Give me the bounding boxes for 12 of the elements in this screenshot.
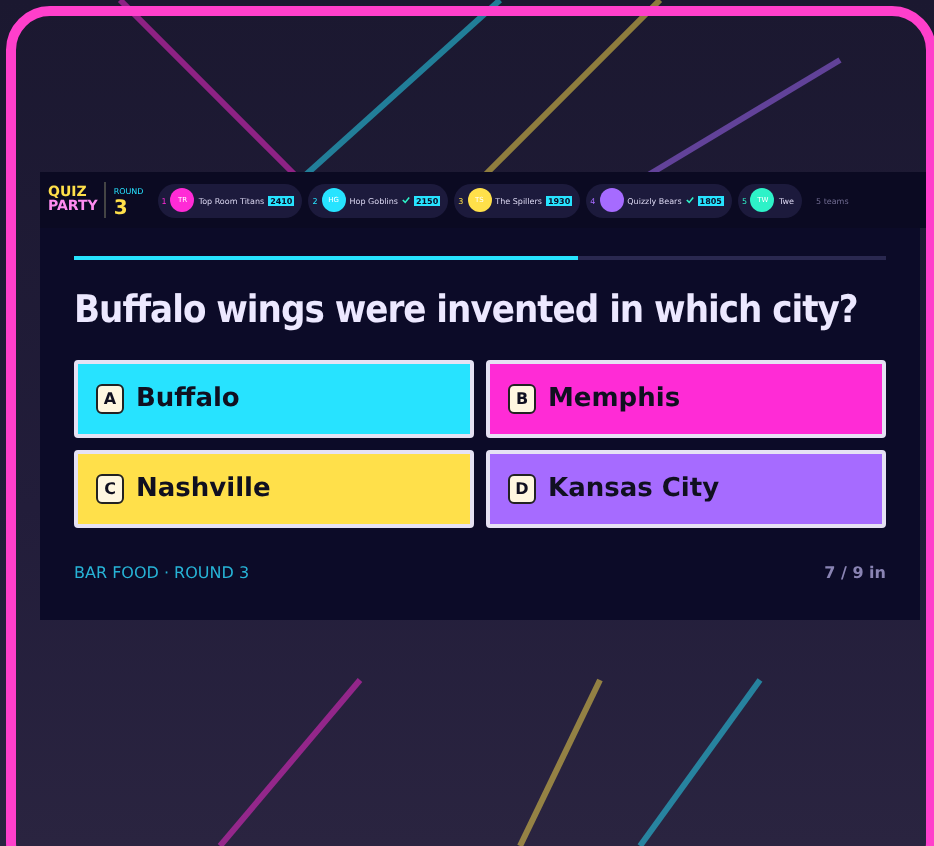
- question-text: Buffalo wings were invented in which city?: [74, 288, 860, 332]
- category-label: BAR FOOD · ROUND 3: [74, 564, 250, 582]
- answer-letter: D: [508, 474, 536, 504]
- answer-button[interactable]: A Buffalo: [74, 360, 474, 438]
- answer-button[interactable]: B Memphis: [486, 360, 886, 438]
- answer-button[interactable]: D Kansas City: [486, 450, 886, 528]
- answer-button[interactable]: C Nashville: [74, 450, 474, 528]
- round-number: 3: [113, 200, 130, 218]
- answer-letter: A: [96, 384, 124, 414]
- answer-letter: B: [508, 384, 536, 414]
- answered-count: 7 / 9 in: [824, 564, 886, 582]
- answer-letter: C: [96, 474, 124, 504]
